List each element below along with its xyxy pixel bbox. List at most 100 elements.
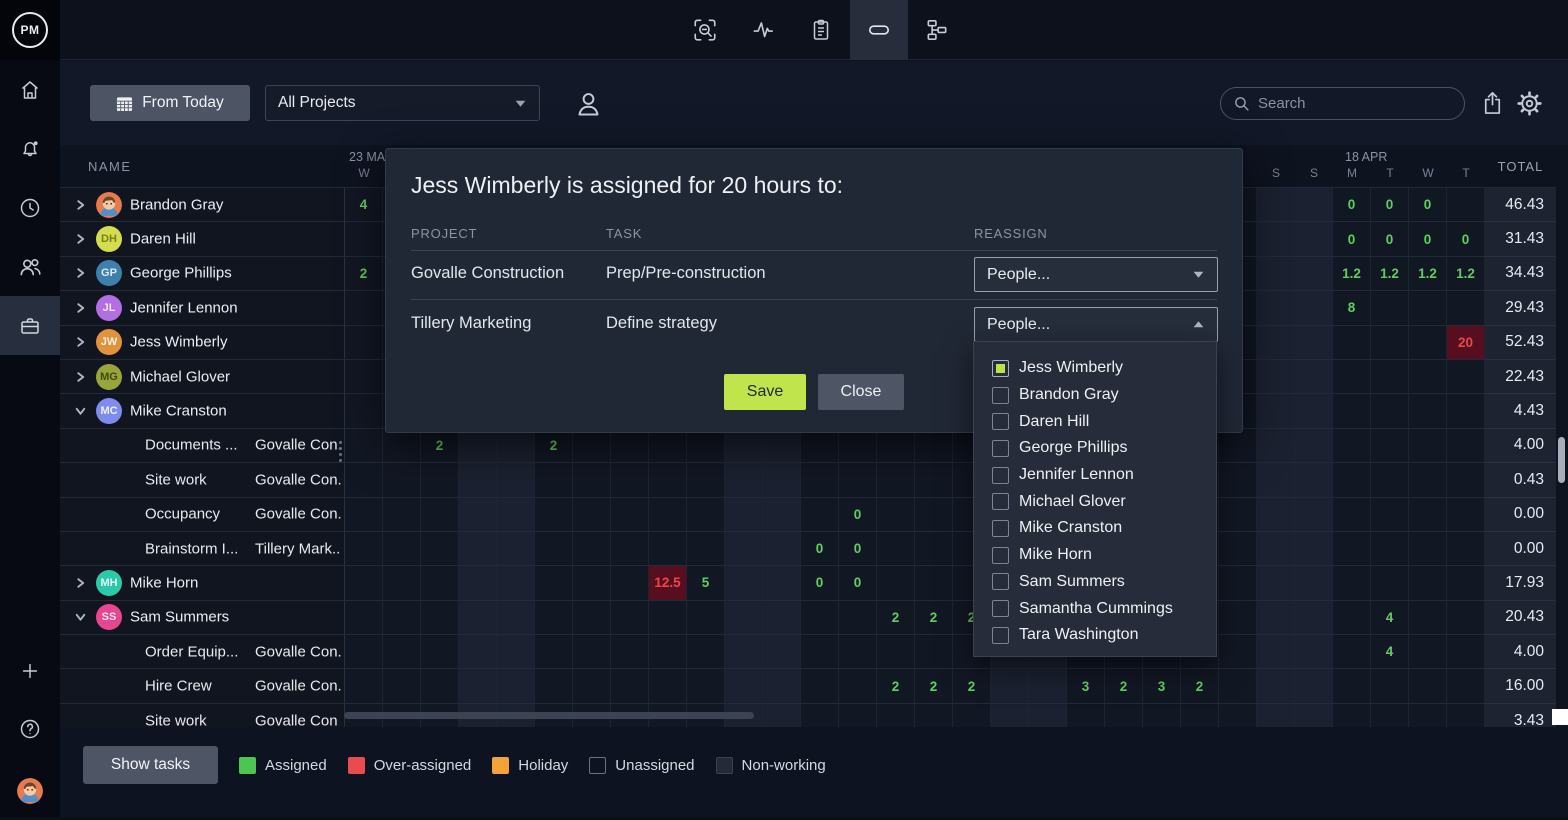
- allocation-cell[interactable]: [1447, 532, 1485, 566]
- resource-name-cell[interactable]: MCMike Cranston: [60, 394, 345, 428]
- allocation-cell[interactable]: [1447, 669, 1485, 703]
- allocation-cell[interactable]: [611, 532, 649, 566]
- app-logo[interactable]: PM: [0, 0, 60, 60]
- task-name-cell[interactable]: Documents ...Govalle Con..: [60, 429, 345, 463]
- allocation-cell[interactable]: [611, 566, 649, 600]
- dropdown-option[interactable]: Sam Summers: [992, 569, 1216, 596]
- allocation-cell[interactable]: [345, 669, 383, 703]
- add-plus-icon[interactable]: [0, 641, 60, 700]
- allocation-cell[interactable]: [839, 635, 877, 669]
- allocation-cell[interactable]: [1333, 326, 1371, 360]
- allocation-cell[interactable]: 2: [535, 429, 573, 463]
- panel-resize-handle[interactable]: [339, 441, 342, 462]
- allocation-cell[interactable]: [763, 498, 801, 532]
- allocation-cell[interactable]: 5: [687, 566, 725, 600]
- save-button[interactable]: Save: [724, 374, 806, 410]
- reassign-select-row2[interactable]: People...: [974, 307, 1218, 342]
- allocation-cell[interactable]: [1409, 394, 1447, 428]
- allocation-cell[interactable]: [1257, 360, 1295, 394]
- allocation-cell[interactable]: [1295, 498, 1333, 532]
- allocation-cell[interactable]: [459, 669, 497, 703]
- allocation-cell[interactable]: [383, 601, 421, 635]
- resource-name-cell[interactable]: DHDaren Hill: [60, 222, 345, 256]
- allocation-cell[interactable]: [1447, 360, 1485, 394]
- checkbox[interactable]: [992, 547, 1009, 564]
- resource-name-cell[interactable]: MHMike Horn: [60, 566, 345, 600]
- allocation-cell[interactable]: [459, 635, 497, 669]
- allocation-cell[interactable]: [763, 429, 801, 463]
- allocation-cell[interactable]: [1295, 394, 1333, 428]
- allocation-cell[interactable]: [687, 601, 725, 635]
- allocation-cell[interactable]: [1333, 394, 1371, 428]
- allocation-cell[interactable]: [1333, 566, 1371, 600]
- allocation-cell[interactable]: [687, 463, 725, 497]
- allocation-cell[interactable]: [383, 566, 421, 600]
- allocation-cell[interactable]: [649, 532, 687, 566]
- allocation-cell[interactable]: 1.2: [1371, 257, 1409, 291]
- allocation-cell[interactable]: 2: [877, 601, 915, 635]
- allocation-cell[interactable]: [839, 463, 877, 497]
- allocation-cell[interactable]: 2: [1181, 669, 1219, 703]
- allocation-cell[interactable]: [573, 532, 611, 566]
- allocation-cell[interactable]: [1371, 704, 1409, 727]
- settings-gear-icon[interactable]: [1501, 75, 1557, 131]
- allocation-cell[interactable]: [1409, 635, 1447, 669]
- allocation-cell[interactable]: [877, 463, 915, 497]
- allocation-cell[interactable]: [1447, 291, 1485, 325]
- horizontal-scrollbar[interactable]: [344, 712, 754, 719]
- allocation-cell[interactable]: [1333, 532, 1371, 566]
- allocation-cell[interactable]: [611, 669, 649, 703]
- allocation-cell[interactable]: 4: [1371, 601, 1409, 635]
- allocation-cell[interactable]: [497, 566, 535, 600]
- allocation-cell[interactable]: [497, 463, 535, 497]
- allocation-cell[interactable]: [497, 429, 535, 463]
- chevron-right-icon[interactable]: [74, 370, 87, 383]
- allocation-cell[interactable]: [1257, 326, 1295, 360]
- allocation-cell[interactable]: [1371, 326, 1409, 360]
- allocation-cell[interactable]: [1219, 704, 1257, 727]
- allocation-cell[interactable]: [1029, 669, 1067, 703]
- allocation-cell[interactable]: [573, 566, 611, 600]
- allocation-cell[interactable]: [687, 498, 725, 532]
- allocation-cell[interactable]: [1257, 429, 1295, 463]
- allocation-cell[interactable]: [1409, 601, 1447, 635]
- dropdown-option[interactable]: George Phillips: [992, 435, 1216, 462]
- allocation-cell[interactable]: [1409, 463, 1447, 497]
- allocation-cell[interactable]: 1.2: [1447, 257, 1485, 291]
- allocation-cell[interactable]: [1371, 291, 1409, 325]
- allocation-cell[interactable]: [345, 635, 383, 669]
- allocation-cell[interactable]: 0: [1409, 188, 1447, 222]
- allocation-cell[interactable]: [1295, 635, 1333, 669]
- allocation-cell[interactable]: [649, 669, 687, 703]
- allocation-cell[interactable]: [725, 669, 763, 703]
- allocation-cell[interactable]: 0: [1333, 188, 1371, 222]
- allocation-cell[interactable]: [1257, 188, 1295, 222]
- allocation-cell[interactable]: 0: [1371, 188, 1409, 222]
- allocation-cell[interactable]: [345, 566, 383, 600]
- allocation-cell[interactable]: [611, 429, 649, 463]
- allocation-cell[interactable]: [573, 669, 611, 703]
- allocation-cell[interactable]: [1295, 257, 1333, 291]
- resource-name-cell[interactable]: JLJennifer Lennon: [60, 291, 345, 325]
- allocation-cell[interactable]: [1295, 188, 1333, 222]
- allocation-cell[interactable]: 2: [421, 429, 459, 463]
- allocation-cell[interactable]: [611, 635, 649, 669]
- allocation-cell[interactable]: [801, 669, 839, 703]
- resource-name-cell[interactable]: SSSam Summers: [60, 601, 345, 635]
- allocation-cell[interactable]: [725, 566, 763, 600]
- allocation-cell[interactable]: [649, 429, 687, 463]
- allocation-cell[interactable]: [421, 498, 459, 532]
- allocation-cell[interactable]: [877, 498, 915, 532]
- dropdown-option[interactable]: Mike Horn: [992, 542, 1216, 569]
- home-icon[interactable]: [0, 60, 60, 119]
- allocation-cell[interactable]: [535, 463, 573, 497]
- allocation-cell[interactable]: [1333, 601, 1371, 635]
- allocation-cell[interactable]: [1371, 669, 1409, 703]
- dropdown-option[interactable]: Jess Wimberly: [992, 355, 1216, 382]
- allocation-cell[interactable]: [877, 532, 915, 566]
- allocation-cell[interactable]: [725, 532, 763, 566]
- allocation-cell[interactable]: [725, 429, 763, 463]
- allocation-cell[interactable]: 4: [1371, 635, 1409, 669]
- allocation-cell[interactable]: [535, 566, 573, 600]
- dropdown-option[interactable]: Tara Washington: [992, 622, 1216, 649]
